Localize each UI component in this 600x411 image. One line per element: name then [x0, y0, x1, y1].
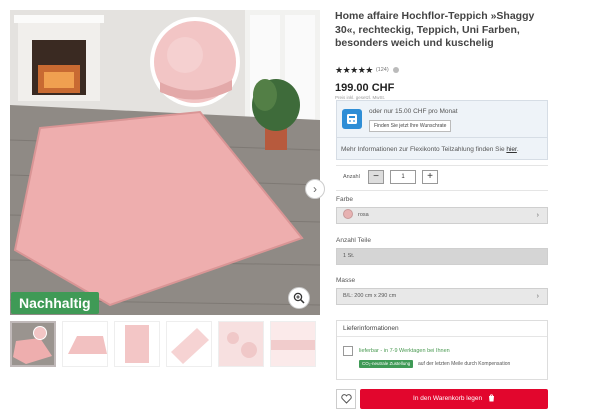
delivery-status: lieferbar - in 7-9 Werktagen bei Ihnen: [359, 348, 450, 354]
quantity-input[interactable]: 1: [390, 170, 416, 184]
zoom-button[interactable]: [288, 287, 310, 309]
rating[interactable]: ★★★★★ (124): [335, 65, 550, 76]
thumbnail-3[interactable]: [114, 321, 160, 367]
parts-label: Anzahl Teile: [336, 237, 371, 244]
color-label: Farbe: [336, 196, 353, 203]
co2-badge: CO₂-neutrale Zustellung: [359, 360, 414, 368]
rating-count: (124): [375, 67, 389, 73]
quantity-label: Anzahl: [343, 174, 360, 180]
thumbnail-4[interactable]: [166, 321, 212, 367]
next-image-button[interactable]: ›: [305, 179, 325, 199]
financing-more-suffix: .: [516, 146, 519, 153]
calculator-icon: [342, 109, 362, 129]
chevron-right-icon: ›: [536, 293, 539, 300]
package-icon: [343, 346, 353, 356]
financing-monthly-text: oder nur 15.00 CHF pro Monat: [369, 108, 458, 115]
product-title: Home affaire Hochflor-Teppich »Shaggy 30…: [335, 10, 535, 49]
add-to-cart-button[interactable]: In den Warenkorb legen: [360, 389, 548, 409]
size-select[interactable]: B/L: 200 cm x 290 cm ›: [336, 288, 548, 305]
financing-more-text: Mehr Informationen zur Flexikonto Teilza…: [341, 146, 505, 153]
thumbnail-1[interactable]: [10, 321, 56, 367]
divider: [337, 137, 547, 138]
financing-box: oder nur 15.00 CHF pro Monat Finden Sie …: [336, 100, 548, 160]
quantity-increase-button[interactable]: +: [422, 170, 438, 184]
financing-rate-button[interactable]: Finden Sie jetzt Ihre Wunschrate: [369, 120, 452, 132]
chevron-right-icon: ›: [313, 182, 317, 196]
chevron-right-icon: ›: [536, 212, 539, 219]
wishlist-button[interactable]: [336, 389, 356, 409]
divider: [336, 190, 548, 191]
divider: [336, 165, 548, 166]
size-label: Masse: [336, 277, 356, 284]
price-note: Preis inkl. gesetzl. MwSt.: [335, 94, 386, 100]
financing-more-link[interactable]: hier: [506, 146, 516, 153]
sustainable-badge: Nachhaltig: [11, 292, 99, 314]
rating-stars: ★★★★★: [335, 64, 373, 75]
divider: [337, 336, 547, 337]
size-value: B/L: 200 cm x 290 cm: [343, 293, 397, 299]
quantity-decrease-button[interactable]: −: [368, 170, 384, 184]
parts-select: 1 St.: [336, 248, 548, 265]
thumbnail-strip: [10, 321, 316, 367]
color-value: rosa: [358, 212, 369, 218]
thumbnail-6[interactable]: [270, 321, 316, 367]
co2-text: auf der letzten Meile durch Kompensation: [418, 361, 511, 367]
product-main-image[interactable]: [10, 10, 320, 315]
thumbnail-5[interactable]: [218, 321, 264, 367]
delivery-info-box: Lieferinformationen lieferbar - in 7-9 W…: [336, 320, 548, 380]
zoom-in-icon: [293, 292, 305, 304]
product-info: Home affaire Hochflor-Teppich »Shaggy 30…: [335, 10, 550, 100]
cart-icon: [488, 394, 494, 402]
color-select[interactable]: rosa ›: [336, 207, 548, 224]
info-icon[interactable]: [392, 67, 399, 73]
price: 199.00 CHF: [335, 81, 395, 94]
add-to-cart-label: In den Warenkorb legen: [413, 395, 483, 402]
color-swatch: [343, 208, 353, 219]
financing-more-info: Mehr Informationen zur Flexikonto Teilza…: [341, 146, 519, 153]
rug-room-illustration: [10, 10, 320, 315]
delivery-title: Lieferinformationen: [343, 325, 399, 332]
thumbnail-2[interactable]: [62, 321, 108, 367]
parts-value: 1 St.: [343, 253, 355, 259]
heart-icon: [340, 394, 352, 404]
